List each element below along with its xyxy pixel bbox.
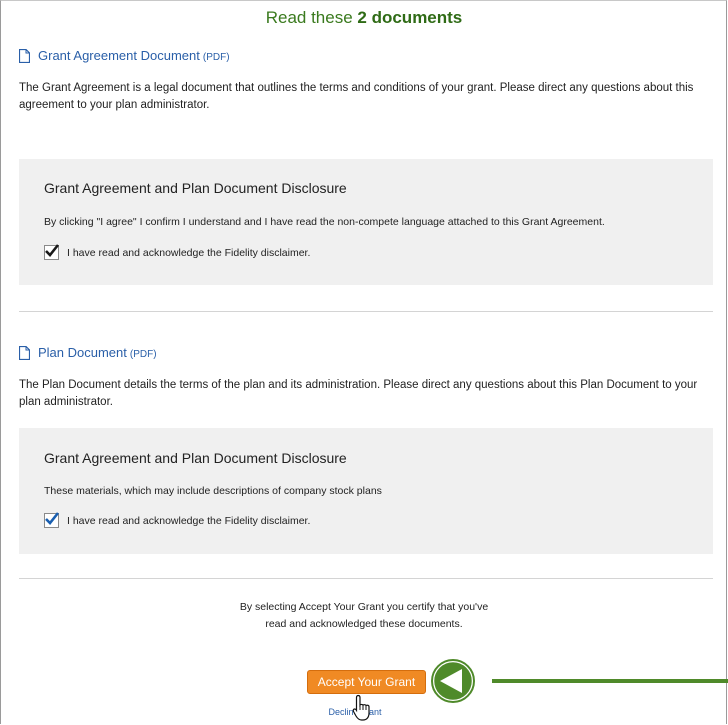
hand-pointer-icon: [352, 694, 370, 721]
panel-heading: Grant Agreement and Plan Document Disclo…: [44, 180, 347, 196]
plan-document-link[interactable]: Plan Document (PDF): [19, 345, 157, 360]
document-icon: [19, 48, 30, 63]
disclosure-panel: Grant Agreement and Plan Document Disclo…: [19, 428, 713, 554]
certify-line-1: By selecting Accept Your Grant you certi…: [239, 601, 489, 613]
checkbox-label: I have read and acknowledge the Fidelity…: [67, 246, 311, 259]
pdf-tag: (PDF): [202, 52, 230, 63]
section-divider: [19, 578, 713, 579]
disclosure-panel: Grant Agreement and Plan Document Disclo…: [19, 159, 713, 285]
document-link-label: Plan Document: [38, 345, 127, 360]
panel-text: These materials, which may include descr…: [44, 485, 382, 497]
document-link-label: Grant Agreement Document: [38, 48, 200, 63]
certify-line-2: read and acknowledged these documents.: [265, 618, 463, 630]
panel-heading: Grant Agreement and Plan Document Disclo…: [44, 450, 347, 466]
checkbox-label: I have read and acknowledge the Fidelity…: [67, 514, 311, 527]
grant-agreement-document-link[interactable]: Grant Agreement Document (PDF): [19, 48, 230, 63]
title-strong: 2 documents: [357, 8, 463, 27]
checkmark-icon: [45, 512, 60, 525]
document-icon: [19, 345, 30, 360]
certify-text: By selecting Accept Your Grant you certi…: [0, 599, 728, 633]
section-divider: [19, 311, 713, 312]
acknowledge-checkbox-row[interactable]: I have read and acknowledge the Fidelity…: [44, 244, 311, 260]
title-prefix: Read these: [265, 8, 353, 27]
acknowledge-checkbox[interactable]: [44, 512, 60, 528]
accept-grant-button[interactable]: Accept Your Grant: [307, 670, 426, 694]
acknowledge-checkbox-row[interactable]: I have read and acknowledge the Fidelity…: [44, 512, 311, 528]
pdf-tag: (PDF): [129, 349, 157, 360]
annotation-arrow-icon: [431, 659, 728, 703]
grant-agreement-description: The Grant Agreement is a legal document …: [19, 82, 694, 111]
acknowledge-checkbox[interactable]: [44, 244, 60, 260]
panel-text: By clicking "I agree" I confirm I unders…: [44, 216, 605, 228]
page-title: Read these 2 documents: [0, 8, 728, 28]
checkmark-icon: [45, 244, 60, 257]
plan-document-description: The Plan Document details the terms of t…: [19, 379, 698, 408]
